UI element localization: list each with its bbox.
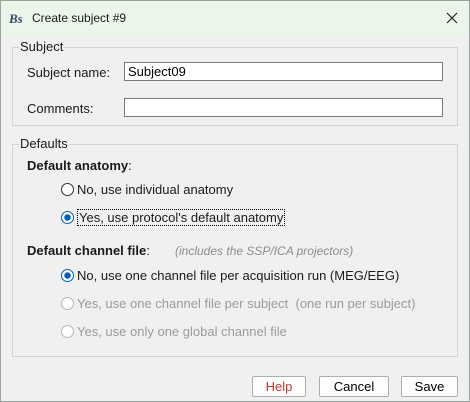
help-button[interactable]: Help <box>252 376 306 397</box>
save-button[interactable]: Save <box>401 376 458 397</box>
radio-disabled-icon[interactable] <box>61 324 74 338</box>
defaults-group-title: Defaults <box>19 136 69 151</box>
radio-selected-icon[interactable] <box>61 210 74 224</box>
title-bar[interactable]: Bs Create subject #9 <box>1 1 469 35</box>
brainstorm-logo-icon: Bs <box>9 11 23 25</box>
anatomy-option-individual-label: No, use individual anatomy <box>77 181 234 197</box>
default-anatomy-heading: Default anatomy: <box>27 158 132 173</box>
radio-selected-icon[interactable] <box>61 268 74 282</box>
subject-group-title: Subject <box>19 39 65 54</box>
comments-input[interactable] <box>124 98 443 117</box>
radio-unselected-icon[interactable] <box>61 182 74 196</box>
svg-text:Bs: Bs <box>9 11 23 25</box>
subject-name-input[interactable] <box>124 62 443 81</box>
comments-label: Comments: <box>27 101 94 116</box>
channel-option-per-subject-label: Yes, use one channel file per subject (o… <box>77 295 416 311</box>
default-channel-heading: Default channel file: <box>27 243 150 258</box>
window-title: Create subject #9 <box>32 11 127 25</box>
cancel-button[interactable]: Cancel <box>319 376 389 397</box>
anatomy-option-default[interactable]: Yes, use protocol's default anatomy <box>61 208 286 226</box>
channel-option-per-subject[interactable]: Yes, use one channel file per subject (o… <box>61 294 415 312</box>
default-channel-heading-text: Default channel file <box>27 243 147 258</box>
channel-option-global-label: Yes, use only one global channel file <box>77 323 287 339</box>
default-anatomy-heading-colon: : <box>128 158 132 173</box>
radio-disabled-icon[interactable] <box>61 296 74 310</box>
create-subject-dialog: Bs Create subject #9 Subject Subject nam… <box>0 0 470 402</box>
default-anatomy-heading-text: Default anatomy <box>27 158 129 173</box>
channel-option-per-run[interactable]: No, use one channel file per acquisition… <box>61 266 399 284</box>
channel-option-per-run-label: No, use one channel file per acquisition… <box>77 267 400 283</box>
anatomy-option-individual[interactable]: No, use individual anatomy <box>61 180 233 198</box>
default-channel-heading-colon: : <box>146 243 150 258</box>
channel-option-global[interactable]: Yes, use only one global channel file <box>61 322 287 340</box>
anatomy-option-default-label: Yes, use protocol's default anatomy <box>77 208 286 226</box>
subject-name-label: Subject name: <box>27 65 111 80</box>
close-icon[interactable] <box>441 7 463 29</box>
channel-note: (includes the SSP/ICA projectors) <box>175 244 354 258</box>
